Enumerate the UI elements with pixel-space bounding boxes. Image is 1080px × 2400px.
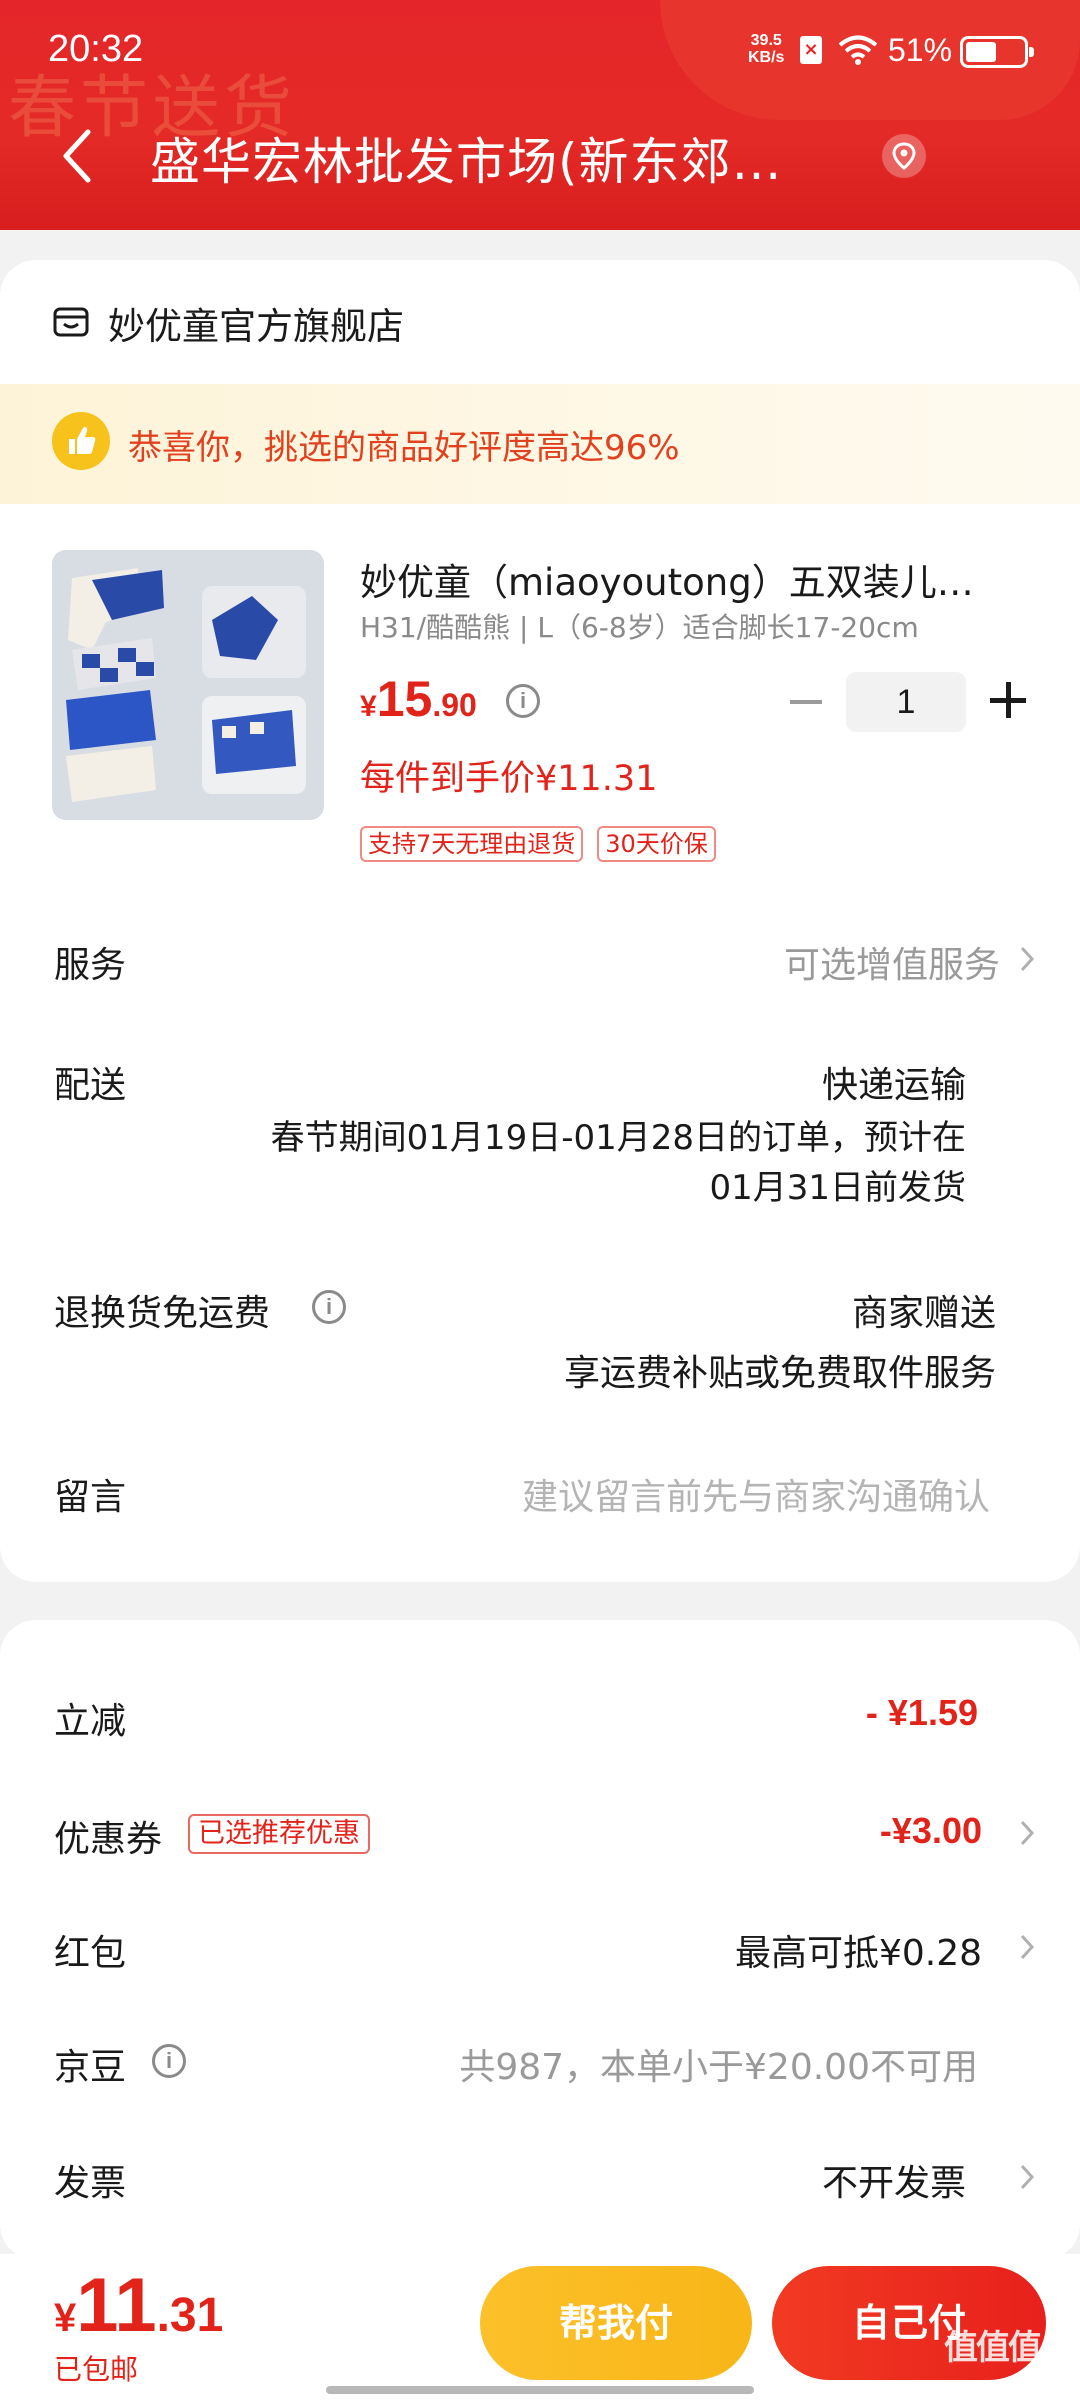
total-symbol: ¥ xyxy=(54,2296,77,2340)
praise-banner: 恭喜你，挑选的商品好评度高达96% xyxy=(0,384,1080,504)
coupon-value[interactable]: -¥3.00 xyxy=(880,1810,982,1852)
location-pin-icon[interactable] xyxy=(882,134,926,178)
message-input[interactable]: 建议留言前先与商家沟通确认 xyxy=(522,1468,990,1520)
return-value-2: 享运费补贴或免费取件服务 xyxy=(563,1353,996,1394)
red-packet-label: 红包 xyxy=(54,1933,127,1974)
service-label: 服务 xyxy=(54,945,127,986)
price-decimal: .90 xyxy=(432,687,477,723)
jingdou-info-icon[interactable]: i xyxy=(152,2044,186,2078)
price-info-icon[interactable]: i xyxy=(506,684,540,718)
service-value[interactable]: 可选增值服务 xyxy=(784,936,1000,988)
praise-text: 恭喜你，挑选的商品好评度高达96% xyxy=(128,428,680,468)
header: 春节送货 20:32 39.5 KB/s × 51% 盛华宏林批发市场(新东郊… xyxy=(0,0,1080,230)
red-packet-value[interactable]: 最高可抵¥0.28 xyxy=(735,1924,982,1976)
return-value-1: 商家赠送 xyxy=(851,1293,996,1334)
delivery-label: 配送 xyxy=(54,1065,127,1106)
tag-return-policy: 支持7天无理由退货 xyxy=(360,826,584,862)
instant-discount-label: 立减 xyxy=(54,1701,127,1742)
network-speed: 39.5 KB/s xyxy=(748,32,784,66)
chevron-right-icon[interactable] xyxy=(1018,944,1036,974)
store-icon xyxy=(53,307,89,337)
coupon-label: 优惠券 xyxy=(54,1819,163,1860)
wifi-icon xyxy=(838,35,878,65)
jingdou-label: 京豆 xyxy=(54,2047,127,2088)
invoice-value[interactable]: 不开发票 xyxy=(822,2154,966,2206)
product-tags: 支持7天无理由退货 30天价保 xyxy=(360,826,716,862)
product-image[interactable] xyxy=(52,550,324,820)
address-title[interactable]: 盛华宏林批发市场(新东郊… xyxy=(150,122,830,194)
total-integer: 11 xyxy=(76,2263,157,2348)
watermark-logo: 值值值 xyxy=(944,2328,1042,2368)
store-name: 妙优童官方旗舰店 xyxy=(108,305,404,348)
help-me-pay-button[interactable]: 帮我付 xyxy=(480,2266,752,2380)
order-card: 妙优童官方旗舰店 恭喜你，挑选的商品好评度高达96% 妙优童（miaoyouto… xyxy=(0,260,1080,1582)
chevron-right-icon[interactable] xyxy=(1018,2162,1036,2192)
chevron-right-icon[interactable] xyxy=(1018,1932,1036,1962)
network-speed-value: 39.5 xyxy=(750,32,782,49)
return-shipping-label: 退换货免运费 xyxy=(54,1293,271,1334)
product-title[interactable]: 妙优童（miaoyoutong）五双装儿… xyxy=(360,552,1000,606)
price-symbol: ¥ xyxy=(360,690,377,723)
free-shipping-label: 已包邮 xyxy=(54,2353,139,2386)
return-info-icon[interactable]: i xyxy=(312,1290,346,1324)
chevron-right-icon[interactable] xyxy=(1018,1818,1036,1848)
discount-card: 立减 - ¥1.59 优惠券 已选推荐优惠 -¥3.00 红包 最高可抵¥0.2… xyxy=(0,1620,1080,2260)
total-decimal: .31 xyxy=(156,2289,224,2342)
delivery-method: 快递运输 xyxy=(821,1065,966,1106)
product-spec[interactable]: H31/酷酷熊 | L（6-8岁）适合脚长17-20cm xyxy=(360,606,919,646)
price-integer: 15 xyxy=(376,671,433,727)
status-time: 20:32 xyxy=(48,28,144,70)
status-bar: 20:32 39.5 KB/s × 51% xyxy=(0,0,1080,100)
store-row[interactable]: 妙优童官方旗舰店 xyxy=(52,298,404,348)
delivery-note-line2: 01月31日前发货 xyxy=(709,1168,966,1208)
battery-icon xyxy=(960,36,1034,68)
product-price: ¥15.90 xyxy=(360,670,477,728)
quantity-input[interactable]: 1 xyxy=(846,672,966,732)
home-indicator[interactable] xyxy=(326,2386,754,2394)
total-price: ¥11.31 xyxy=(54,2262,223,2349)
jingdou-value: 共987，本单小于¥20.00不可用 xyxy=(459,2047,978,2088)
network-speed-unit: KB/s xyxy=(748,49,785,66)
thumbs-up-icon xyxy=(52,412,110,470)
quantity-plus-button[interactable] xyxy=(990,682,1026,718)
watermark-url: zhizhizhi.com xyxy=(944,2378,1029,2394)
instant-discount-value: - ¥1.59 xyxy=(865,1692,978,1733)
per-item-price: 每件到手价¥11.31 xyxy=(360,759,658,799)
delivery-note-line1: 春节期间01月19日-01月28日的订单，预计在 xyxy=(270,1118,966,1158)
message-label: 留言 xyxy=(54,1477,127,1518)
invoice-label: 发票 xyxy=(54,2163,127,2204)
no-sim-icon: × xyxy=(800,36,822,64)
battery-percent: 51% xyxy=(888,32,953,68)
coupon-badge: 已选推荐优惠 xyxy=(188,1814,370,1854)
back-arrow-icon[interactable] xyxy=(58,126,94,186)
tag-price-protection: 30天价保 xyxy=(597,826,716,862)
quantity-minus-button[interactable] xyxy=(790,700,822,704)
